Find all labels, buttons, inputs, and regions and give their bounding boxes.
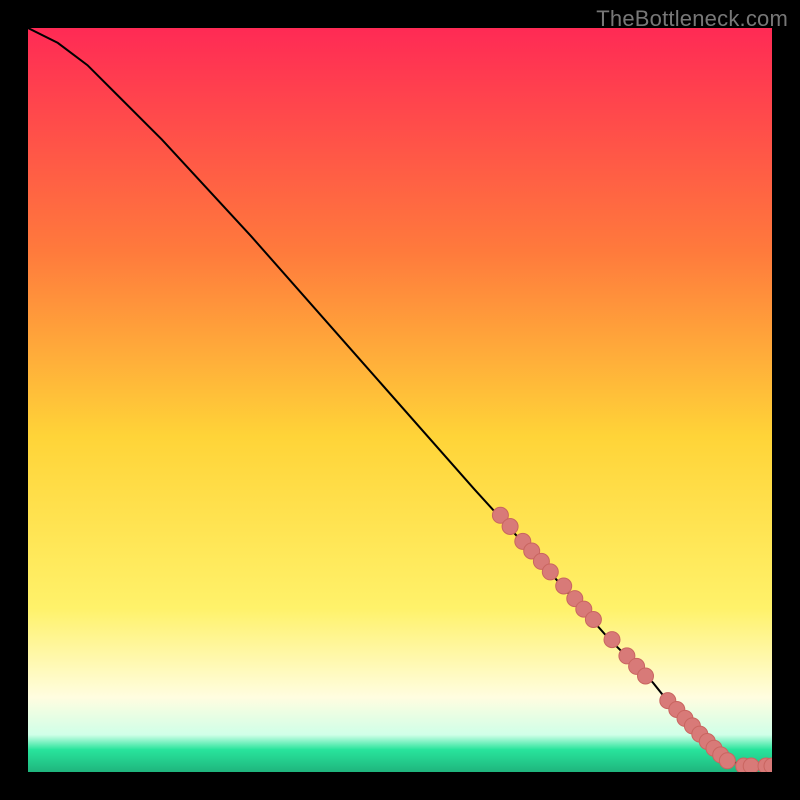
chart-svg — [28, 28, 772, 772]
data-point — [719, 753, 735, 769]
watermark-text: TheBottleneck.com — [596, 6, 788, 32]
gradient-background — [28, 28, 772, 772]
data-point — [502, 519, 518, 535]
data-point — [638, 668, 654, 684]
data-point — [542, 564, 558, 580]
data-point — [556, 578, 572, 594]
data-point — [604, 632, 620, 648]
plot-area — [28, 28, 772, 772]
outer-frame: TheBottleneck.com — [0, 0, 800, 800]
data-point — [743, 758, 759, 772]
data-point — [585, 612, 601, 628]
